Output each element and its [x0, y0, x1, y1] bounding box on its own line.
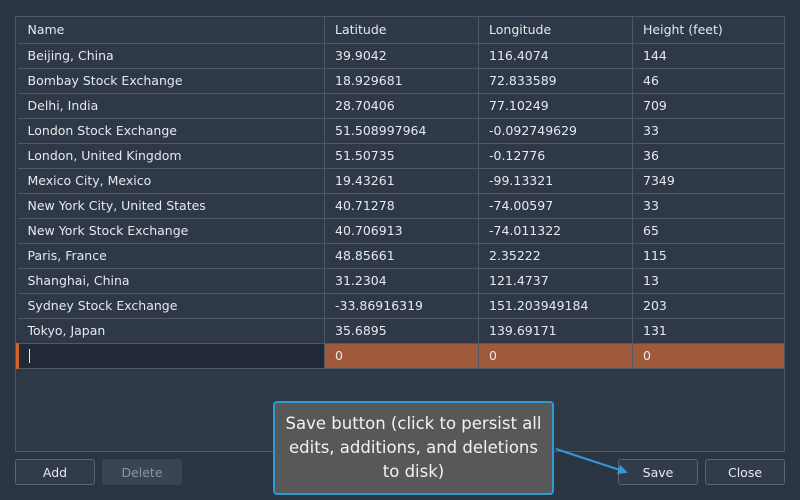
cell-height[interactable]: 36 — [632, 143, 784, 169]
cell-height[interactable]: 7349 — [632, 168, 784, 194]
cell-name[interactable]: New York City, United States — [17, 193, 325, 219]
table-row[interactable]: London, United Kingdom 51.50735 -0.12776… — [17, 143, 784, 169]
column-header-height[interactable]: Height (feet) — [632, 17, 784, 44]
new-row-name-input[interactable] — [20, 343, 324, 367]
cell-name[interactable]: Shanghai, China — [17, 268, 325, 294]
cell-latitude[interactable]: 35.6895 — [324, 318, 479, 344]
table-row[interactable]: New York City, United States 40.71278 -7… — [17, 193, 784, 219]
cell-height[interactable]: 709 — [632, 93, 784, 119]
table-row[interactable]: London Stock Exchange 51.508997964 -0.09… — [17, 118, 784, 144]
header-row: Name Latitude Longitude Height (feet) — [17, 17, 784, 44]
cell-name[interactable]: Tokyo, Japan — [17, 318, 325, 344]
table-row[interactable]: New York Stock Exchange 40.706913 -74.01… — [17, 218, 784, 244]
cell-longitude[interactable]: -0.12776 — [478, 143, 633, 169]
cell-longitude[interactable]: 77.10249 — [478, 93, 633, 119]
cell-height[interactable]: 33 — [632, 118, 784, 144]
add-button[interactable]: Add — [15, 459, 95, 485]
locations-table: Name Latitude Longitude Height (feet) Be… — [16, 17, 784, 369]
cell-longitude[interactable]: 2.35222 — [478, 243, 633, 269]
table-row[interactable]: Delhi, India 28.70406 77.10249 709 — [17, 93, 784, 119]
cell-name[interactable]: Paris, France — [17, 243, 325, 269]
cell-name[interactable]: Sydney Stock Exchange — [17, 293, 325, 319]
cell-latitude[interactable]: 48.85661 — [324, 243, 479, 269]
cell-longitude[interactable]: 72.833589 — [478, 68, 633, 94]
column-header-name[interactable]: Name — [17, 17, 325, 44]
tooltip-text: Save button (click to persist all edits,… — [285, 414, 542, 481]
cell-latitude[interactable]: 51.50735 — [324, 143, 479, 169]
cell-height[interactable]: 13 — [632, 268, 784, 294]
cell-height[interactable]: 115 — [632, 243, 784, 269]
cell-longitude[interactable]: 151.203949184 — [478, 293, 633, 319]
column-header-longitude[interactable]: Longitude — [478, 17, 633, 44]
cell-longitude[interactable]: 116.4074 — [478, 43, 633, 69]
new-row-longitude-cell[interactable]: 0 — [478, 343, 633, 369]
table-row[interactable]: Paris, France 48.85661 2.35222 115 — [17, 243, 784, 269]
cell-latitude[interactable]: 31.2304 — [324, 268, 479, 294]
text-caret — [29, 348, 30, 363]
cell-latitude[interactable]: 18.929681 — [324, 68, 479, 94]
cell-longitude[interactable]: 121.4737 — [478, 268, 633, 294]
cell-longitude[interactable]: 139.69171 — [478, 318, 633, 344]
locations-data-grid[interactable]: Name Latitude Longitude Height (feet) Be… — [15, 16, 785, 452]
cell-latitude[interactable]: 28.70406 — [324, 93, 479, 119]
table-row[interactable]: Tokyo, Japan 35.6895 139.69171 131 — [17, 318, 784, 344]
cell-height[interactable]: 144 — [632, 43, 784, 69]
cell-latitude[interactable]: -33.86916319 — [324, 293, 479, 319]
table-row[interactable]: Sydney Stock Exchange -33.86916319 151.2… — [17, 293, 784, 319]
table-row[interactable]: Shanghai, China 31.2304 121.4737 13 — [17, 268, 784, 294]
cell-latitude[interactable]: 19.43261 — [324, 168, 479, 194]
cell-height[interactable]: 65 — [632, 218, 784, 244]
cell-latitude[interactable]: 51.508997964 — [324, 118, 479, 144]
cell-latitude[interactable]: 40.71278 — [324, 193, 479, 219]
cell-longitude[interactable]: -99.13321 — [478, 168, 633, 194]
table-row[interactable]: Bombay Stock Exchange 18.929681 72.83358… — [17, 68, 784, 94]
cell-height[interactable]: 203 — [632, 293, 784, 319]
close-button[interactable]: Close — [705, 459, 785, 485]
new-row[interactable]: 0 0 0 — [16, 343, 784, 369]
new-row-height-cell[interactable]: 0 — [632, 343, 784, 369]
cell-longitude[interactable]: -74.00597 — [478, 193, 633, 219]
cell-name[interactable]: Delhi, India — [17, 93, 325, 119]
save-button-tooltip: Save button (click to persist all edits,… — [273, 401, 554, 495]
cell-latitude[interactable]: 39.9042 — [324, 43, 479, 69]
cell-name[interactable]: Mexico City, Mexico — [17, 168, 325, 194]
table-row[interactable]: Beijing, China 39.9042 116.4074 144 — [17, 43, 784, 69]
save-button[interactable]: Save — [618, 459, 698, 485]
cell-height[interactable]: 131 — [632, 318, 784, 344]
cell-height[interactable]: 33 — [632, 193, 784, 219]
column-header-latitude[interactable]: Latitude — [324, 17, 479, 44]
table-row[interactable]: Mexico City, Mexico 19.43261 -99.13321 7… — [17, 168, 784, 194]
window-top-bar — [0, 0, 800, 16]
cell-name[interactable]: London Stock Exchange — [17, 118, 325, 144]
cell-latitude[interactable]: 40.706913 — [324, 218, 479, 244]
new-row-name-cell[interactable] — [16, 343, 325, 369]
delete-button[interactable]: Delete — [102, 459, 182, 485]
cell-height[interactable]: 46 — [632, 68, 784, 94]
cell-name[interactable]: Beijing, China — [17, 43, 325, 69]
cell-longitude[interactable]: -0.092749629 — [478, 118, 633, 144]
cell-name[interactable]: London, United Kingdom — [17, 143, 325, 169]
new-row-latitude-cell[interactable]: 0 — [324, 343, 479, 369]
cell-name[interactable]: New York Stock Exchange — [17, 218, 325, 244]
cell-name[interactable]: Bombay Stock Exchange — [17, 68, 325, 94]
cell-longitude[interactable]: -74.011322 — [478, 218, 633, 244]
